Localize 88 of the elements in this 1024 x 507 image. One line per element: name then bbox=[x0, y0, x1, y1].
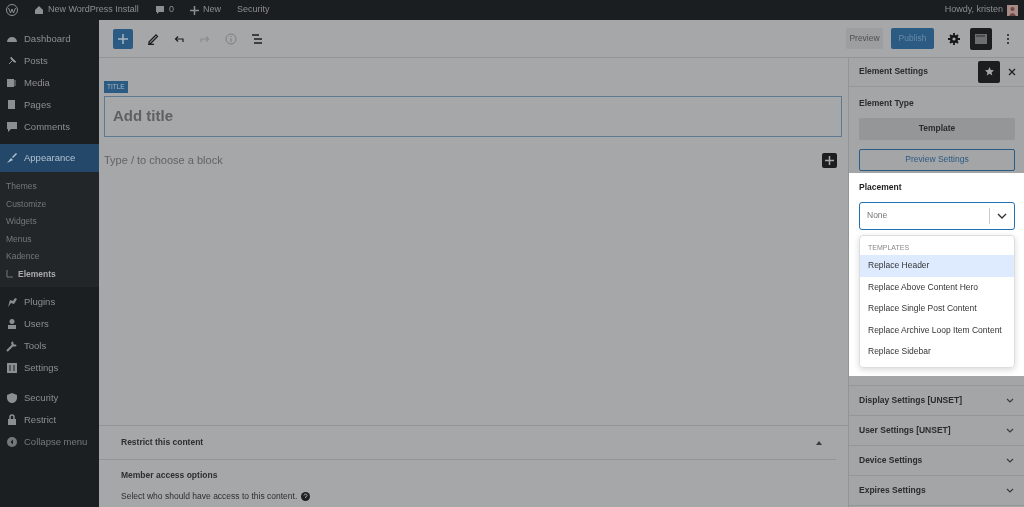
home-icon bbox=[34, 5, 44, 15]
element-settings-button[interactable] bbox=[970, 27, 992, 50]
new-link[interactable]: New bbox=[189, 3, 221, 17]
submenu-item[interactable]: Customize bbox=[0, 195, 99, 213]
greeting: Howdy, kristen bbox=[944, 3, 1003, 17]
section-title: Device Settings bbox=[859, 453, 923, 467]
placement-label: Placement bbox=[859, 180, 903, 194]
sidebar-item[interactable]: Users bbox=[0, 313, 99, 335]
settings-section-header[interactable]: User Settings [UNSET] bbox=[849, 415, 1024, 446]
panel-title: Element Settings bbox=[859, 65, 928, 78]
star-button[interactable] bbox=[978, 60, 1000, 83]
settings-section-header[interactable]: Device Settings bbox=[849, 445, 1024, 476]
sidebar-item[interactable]: Collapse menu bbox=[0, 431, 99, 453]
section-title: User Settings [UNSET] bbox=[859, 423, 951, 437]
star-icon bbox=[984, 67, 994, 76]
placement-select[interactable]: None bbox=[859, 201, 1015, 230]
plus-icon bbox=[825, 155, 834, 165]
preview-settings-button[interactable]: Preview Settings bbox=[859, 148, 1015, 171]
media-icon bbox=[6, 77, 18, 89]
help-icon[interactable] bbox=[301, 491, 311, 501]
plus-icon bbox=[189, 5, 199, 15]
collapse-arrow-icon[interactable] bbox=[816, 440, 822, 445]
sidebar-item[interactable]: Security bbox=[0, 387, 99, 409]
settings-icon bbox=[6, 362, 18, 374]
dropdown-option[interactable]: Replace Single Post Content bbox=[860, 298, 1014, 320]
add-block-button[interactable] bbox=[822, 152, 837, 168]
chevron-down-icon bbox=[1006, 427, 1014, 433]
user-icon bbox=[6, 318, 18, 330]
sidebar-item[interactable]: Comments bbox=[0, 116, 99, 138]
add-block-button[interactable] bbox=[113, 28, 133, 49]
pin-icon bbox=[6, 55, 18, 67]
element-type-label: Element Type bbox=[859, 97, 915, 110]
submenu-item[interactable]: Kadence bbox=[0, 248, 99, 266]
sidebar-item[interactable]: Tools bbox=[0, 335, 99, 357]
comment-icon bbox=[6, 121, 18, 133]
settings-icon[interactable] bbox=[948, 32, 960, 45]
security-link[interactable]: Security bbox=[236, 3, 270, 17]
sidebar-item[interactable]: Plugins bbox=[0, 291, 99, 313]
dropdown-option[interactable]: Replace Archive Loop Item Content bbox=[860, 319, 1014, 341]
section-title: Display Settings [UNSET] bbox=[859, 393, 962, 407]
sidebar-item[interactable]: Appearance bbox=[0, 144, 99, 172]
new-label: New bbox=[202, 3, 221, 17]
sidebar-item[interactable]: Dashboard bbox=[0, 28, 99, 50]
submenu-item[interactable]: Themes bbox=[0, 178, 99, 196]
indent-icon bbox=[6, 270, 14, 279]
meta-heading: Member access options bbox=[121, 469, 219, 482]
submenu-item[interactable]: Menus bbox=[0, 230, 99, 248]
more-icon[interactable] bbox=[1006, 32, 1010, 45]
chevron-down-icon bbox=[1006, 397, 1014, 403]
chevron-down-icon bbox=[1006, 457, 1014, 463]
wrench-icon bbox=[6, 340, 18, 352]
settings-section-header[interactable]: Expires Settings bbox=[849, 475, 1024, 506]
sidebar-item[interactable]: Media bbox=[0, 72, 99, 94]
section-title: Expires Settings bbox=[859, 483, 926, 497]
sidebar-item[interactable]: Settings bbox=[0, 357, 99, 379]
avatar-icon bbox=[1007, 4, 1018, 16]
panel-icon bbox=[975, 33, 987, 44]
comment-count: 0 bbox=[168, 3, 174, 17]
shield-icon bbox=[6, 392, 18, 404]
sidebar-item[interactable]: Posts bbox=[0, 50, 99, 72]
element-type-button[interactable]: Template bbox=[859, 117, 1015, 140]
account-link[interactable]: Howdy, kristen bbox=[944, 3, 1018, 17]
meta-box-header[interactable]: Restrict this content bbox=[99, 426, 836, 460]
dropdown-option[interactable]: Replace Above Content Hero bbox=[860, 276, 1014, 298]
sidebar-item[interactable]: Pages bbox=[0, 94, 99, 116]
sidebar-item[interactable]: Restrict bbox=[0, 409, 99, 431]
pages-icon bbox=[6, 99, 18, 111]
submenu-item[interactable]: Elements bbox=[0, 265, 99, 283]
dropdown-option[interactable]: Replace Header bbox=[860, 255, 1014, 277]
lock-icon bbox=[6, 414, 18, 426]
preview-button[interactable]: Preview bbox=[846, 28, 883, 49]
submenu-item[interactable]: Widgets bbox=[0, 213, 99, 231]
pencil-icon[interactable] bbox=[147, 32, 159, 45]
dropdown-option[interactable]: Replace Sidebar bbox=[860, 341, 1014, 363]
meta-description: Select who should have access to this content. bbox=[121, 489, 298, 503]
collapse-icon bbox=[6, 436, 18, 448]
list-view-icon[interactable] bbox=[251, 32, 263, 45]
meta-box-title: Restrict this content bbox=[121, 436, 204, 449]
comment-icon bbox=[154, 5, 165, 15]
plus-icon bbox=[118, 33, 128, 44]
chevron-down-icon bbox=[1006, 487, 1014, 493]
settings-section-header[interactable]: Display Settings [UNSET] bbox=[849, 385, 1024, 416]
chevron-down-icon bbox=[997, 212, 1007, 219]
brush-icon bbox=[6, 152, 18, 164]
close-icon[interactable] bbox=[1008, 67, 1016, 76]
select-input[interactable]: None bbox=[860, 209, 989, 222]
wordpress-logo-icon[interactable] bbox=[6, 4, 18, 16]
comments-link[interactable]: 0 bbox=[154, 3, 174, 17]
